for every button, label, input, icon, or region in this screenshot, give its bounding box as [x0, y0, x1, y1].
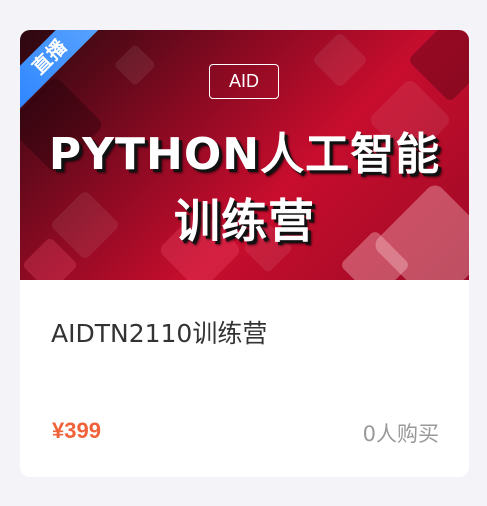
- course-price: ¥399: [52, 418, 101, 443]
- course-card[interactable]: 直播 AID PYTHON人工智能 训练营 AIDTN2110训练营 ¥399 …: [20, 30, 469, 477]
- banner-title-line2: 训练营: [174, 194, 315, 248]
- category-tag: AID: [209, 64, 279, 99]
- course-banner-image[interactable]: 直播 AID PYTHON人工智能 训练营: [20, 30, 469, 280]
- buyers-count: 0人购买: [362, 422, 439, 446]
- banner-title-line1: PYTHON人工智能: [48, 129, 441, 180]
- course-title[interactable]: AIDTN2110训练营: [51, 314, 267, 350]
